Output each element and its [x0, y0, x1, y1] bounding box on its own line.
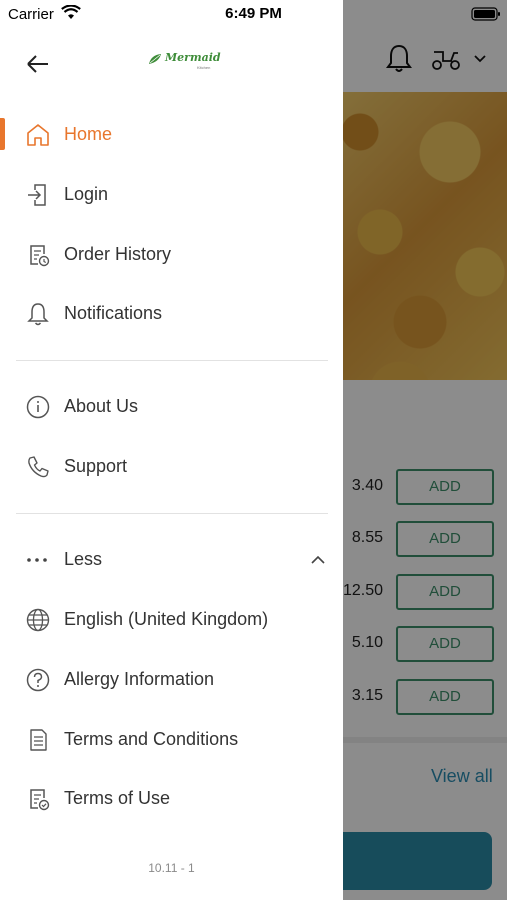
login-icon	[28, 184, 46, 206]
brand-logo: Mermaid Kitchen	[147, 50, 221, 72]
menu-label: Allergy Information	[64, 669, 215, 689]
menu-label: Less	[64, 549, 103, 569]
menu-label: Login	[64, 184, 109, 204]
menu-toggle-less[interactable]: Less	[0, 532, 343, 588]
leaf-icon	[149, 54, 161, 64]
globe-icon	[26, 608, 50, 632]
home-icon	[27, 124, 49, 146]
order-history-icon	[30, 245, 50, 267]
menu-label: Terms and Conditions	[64, 729, 239, 749]
menu-label: English (United Kingdom)	[64, 609, 269, 629]
menu-label: Support	[64, 456, 128, 476]
menu-label: Order History	[64, 244, 172, 264]
back-arrow-icon[interactable]	[24, 50, 52, 78]
document-icon	[30, 729, 47, 751]
menu-label: Terms of Use	[64, 788, 171, 808]
battery-icon	[471, 7, 500, 21]
info-icon	[26, 395, 50, 419]
menu-item-support[interactable]: Support	[0, 439, 343, 495]
menu-divider	[16, 513, 328, 514]
menu-item-terms-of-use[interactable]: Terms of Use	[0, 771, 343, 827]
menu-item-allergy-information[interactable]: Allergy Information	[0, 652, 343, 708]
phone-icon	[28, 456, 49, 478]
bell-icon	[27, 303, 49, 326]
logo-subtext: Kitchen	[197, 65, 211, 70]
menu-item-about-us[interactable]: About Us	[0, 379, 343, 435]
menu-label: Notifications	[64, 303, 163, 323]
menu-item-order-history[interactable]: Order History	[0, 227, 343, 283]
menu-item-login[interactable]: Login	[0, 167, 343, 223]
menu-item-notifications[interactable]: Notifications	[0, 286, 343, 342]
status-bar: Carrier 6:49 PM	[0, 0, 507, 28]
status-time: 6:49 PM	[225, 5, 282, 22]
menu-label: Home	[64, 124, 113, 144]
menu-item-terms-and-conditions[interactable]: Terms and Conditions	[0, 712, 343, 768]
chevron-up-icon[interactable]	[309, 553, 327, 567]
app-version: 10.11 - 1	[148, 861, 195, 875]
logo-text: Mermaid	[165, 51, 221, 64]
menu-item-home[interactable]: Home	[0, 107, 343, 163]
document-check-icon	[30, 789, 50, 811]
menu-item-language[interactable]: English (United Kingdom)	[0, 592, 343, 648]
menu-divider	[16, 360, 328, 361]
side-drawer: Mermaid Kitchen Home Login Order History…	[0, 0, 343, 900]
question-icon	[26, 668, 50, 692]
menu-label: About Us	[64, 396, 139, 416]
more-dots-icon	[27, 558, 47, 562]
